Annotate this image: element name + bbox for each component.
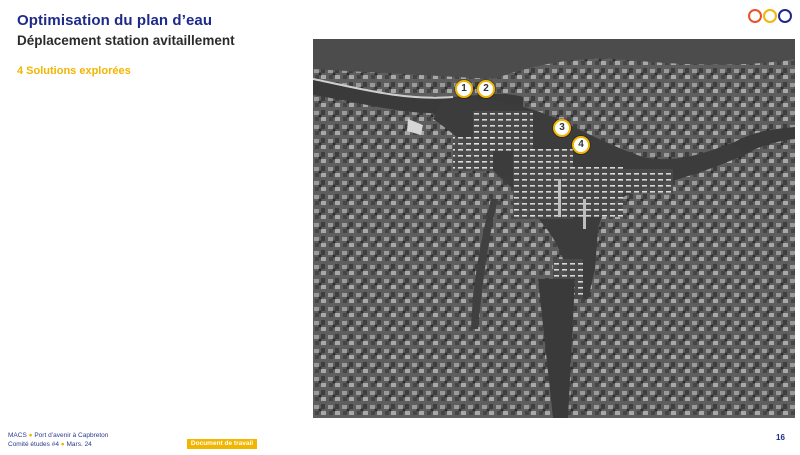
document-badge: Document de travail [187, 439, 257, 449]
aerial-photo: 1 2 3 4 [313, 39, 795, 418]
logo-circle-blue [778, 9, 792, 23]
solution-marker-3: 3 [553, 119, 571, 137]
footer-date: Mars. 24 [66, 441, 92, 448]
solution-marker-4: 4 [572, 136, 590, 154]
solution-marker-2: 2 [477, 80, 495, 98]
footer-meeting: Comité études #4 [8, 441, 59, 448]
footer-dot-2: ● [60, 441, 65, 448]
section-heading: 4 Solutions explorées [17, 65, 131, 77]
brand-logo [748, 9, 794, 25]
footer-line-2: Comité études #4 ● Mars. 24 [8, 440, 108, 449]
page-number: 16 [776, 433, 785, 442]
slide-title: Optimisation du plan d’eau [17, 12, 213, 29]
solution-marker-1: 1 [455, 80, 473, 98]
logo-circle-red [748, 9, 762, 23]
footer-info: MACS ● Port d’avenir à Capbreton Comité … [8, 431, 108, 449]
footer-project: MACS [8, 432, 27, 439]
aerial-map-graphic [313, 39, 795, 418]
footer-project-title: Port d’avenir à Capbreton [34, 432, 109, 439]
footer-dot-1: ● [28, 432, 33, 439]
footer-line-1: MACS ● Port d’avenir à Capbreton [8, 431, 108, 440]
logo-circle-yellow [763, 9, 777, 23]
slide-subtitle: Déplacement station avitaillement [17, 33, 235, 48]
